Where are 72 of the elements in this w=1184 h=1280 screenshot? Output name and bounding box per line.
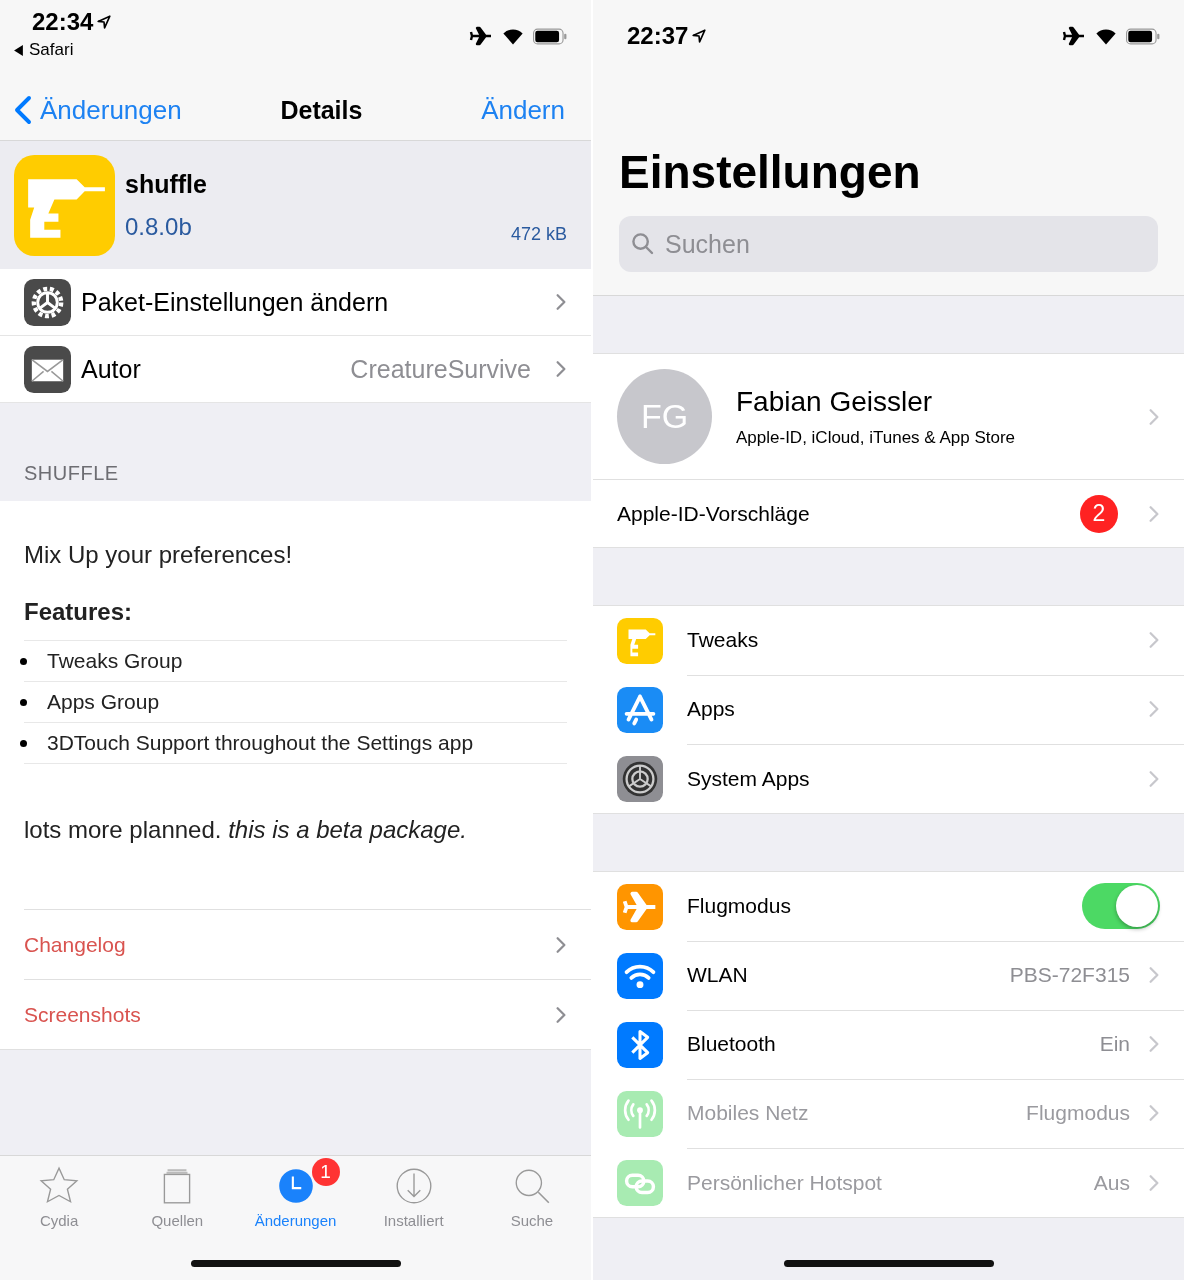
page-title: Einstellungen (619, 145, 922, 200)
package-name: shuffle (125, 169, 207, 199)
settings-row[interactable]: System Apps (593, 744, 1184, 813)
location-arrow-icon (692, 29, 707, 43)
chevron-icon (555, 293, 567, 311)
airplane-icon (1062, 26, 1086, 46)
chevron-icon (1148, 769, 1160, 788)
package-size: 472 kB (510, 224, 567, 245)
bullet-icon (20, 739, 27, 747)
chevron-icon (1148, 1173, 1160, 1192)
settings-row[interactable]: Tweaks (593, 606, 1184, 675)
gear-icon (24, 278, 71, 326)
settings-row[interactable]: WLAN PBS-72F315 (593, 941, 1184, 1010)
chevron-icon (1148, 1035, 1160, 1053)
chevron-icon (1148, 504, 1160, 523)
status-time: 22:37 (627, 22, 689, 50)
settings-row[interactable]: Flugmodus (593, 872, 1184, 941)
location-arrow-icon (97, 15, 112, 29)
edit-button[interactable]: Ändern (481, 94, 565, 126)
account-subtitle: Apple-ID, iCloud, iTunes & App Store (736, 427, 1017, 448)
bullet-icon (20, 698, 27, 706)
chevron-icon (1148, 700, 1160, 718)
chevron-icon (555, 1005, 567, 1024)
description-note: lots more planned. this is a beta package. (24, 815, 468, 845)
wifi-icon (501, 26, 525, 46)
bullet-icon (20, 657, 27, 665)
battery-icon (1126, 27, 1160, 45)
chevron-icon (555, 935, 567, 954)
description-text: Mix Up your preferences! (24, 540, 294, 570)
row-value: Aus (1093, 1170, 1130, 1195)
wifi-icon (1094, 26, 1118, 46)
nav-title: Details (280, 95, 363, 125)
row-value: Ein (1099, 1032, 1130, 1056)
row-value: PBS-72F315 (1009, 963, 1130, 987)
chevron-icon (1148, 631, 1160, 649)
feature-item: 3DTouch Support throughout the Settings app (47, 731, 474, 755)
link-row[interactable]: Changelog (24, 910, 591, 980)
chevron-icon (1148, 1104, 1160, 1122)
toggle-switch[interactable] (1082, 883, 1160, 929)
tab-bar-item[interactable]: 1 Änderungen (236, 1156, 355, 1229)
status-time: 22:34 (32, 8, 94, 36)
row-value: Flugmodus (1026, 1101, 1130, 1125)
chevron-icon (1148, 966, 1160, 984)
row-value: CreatureSurvive (350, 354, 531, 384)
notification-badge: 2 (1080, 494, 1118, 533)
account-row[interactable]: FG Fabian Geissler Apple-ID, iCloud, iTunes & App Store (593, 354, 1184, 479)
back-to-app-link[interactable]: Safari (14, 40, 112, 60)
chevron-icon (555, 360, 567, 378)
search-icon (631, 232, 655, 256)
envelope-icon (24, 345, 71, 393)
settings-row[interactable]: Apple-ID-Vorschläge 2 (593, 479, 1184, 547)
account-name: Fabian Geissler (736, 385, 934, 418)
back-chevron-icon (14, 95, 32, 125)
battery-icon (533, 27, 567, 45)
package-icon (14, 154, 115, 256)
feature-item: Tweaks Group (47, 649, 183, 673)
features-heading: Features: (24, 598, 134, 627)
search-field[interactable]: Suchen (619, 216, 1158, 272)
settings-row[interactable]: Apps (593, 675, 1184, 744)
section-header: SHUFFLE (23, 461, 120, 486)
action-row[interactable]: Autor CreatureSurvive (0, 336, 591, 403)
back-triangle-icon (14, 44, 23, 56)
package-version: 0.8.0b (125, 212, 193, 241)
settings-row[interactable]: Bluetooth Ein (593, 1010, 1184, 1079)
back-button[interactable]: Änderungen (14, 94, 182, 126)
notification-badge: 1 (311, 1158, 340, 1186)
airplane-icon (469, 26, 493, 46)
avatar: FG (617, 369, 712, 464)
feature-item: Apps Group (47, 690, 160, 714)
chevron-icon (1148, 407, 1160, 426)
link-row[interactable]: Screenshots (24, 980, 591, 1049)
action-row[interactable]: Paket-Einstellungen ändern (0, 269, 591, 336)
